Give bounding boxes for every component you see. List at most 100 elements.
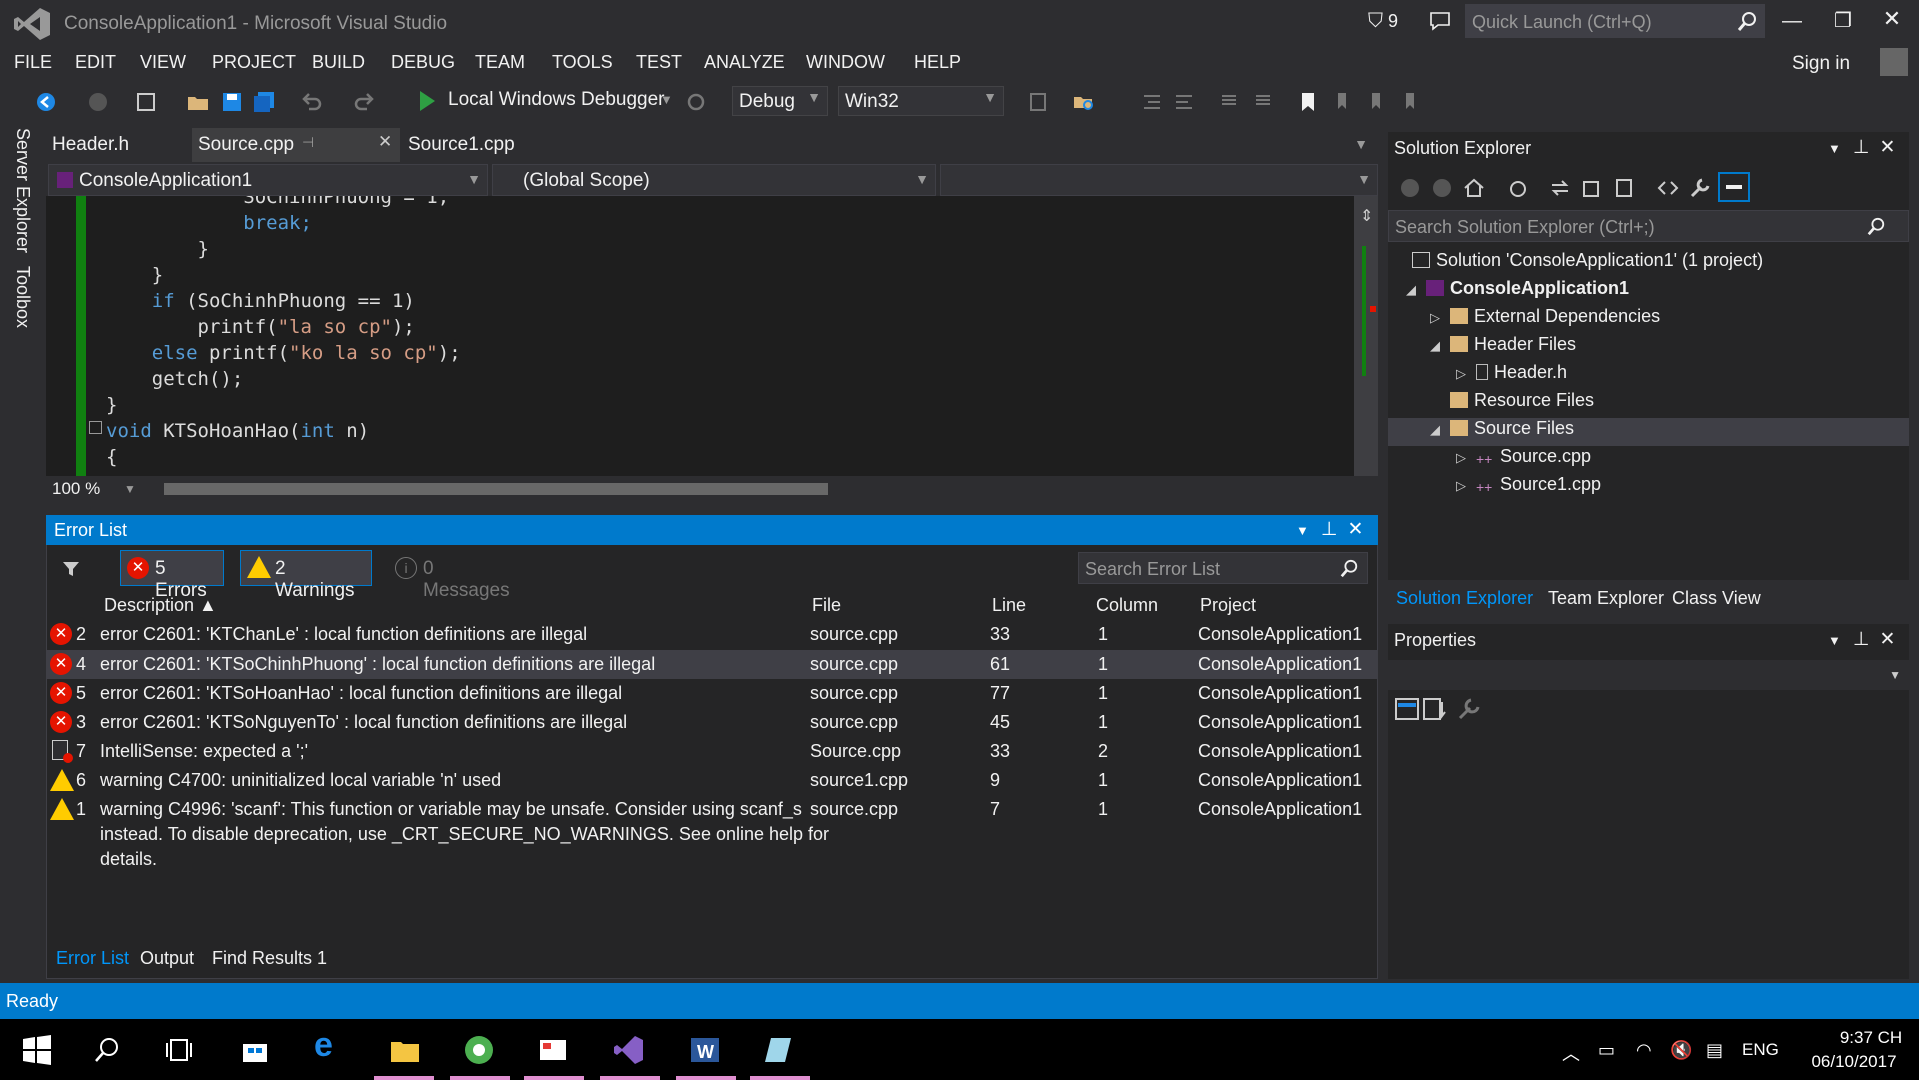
toolbox-tab[interactable]: Toolbox — [12, 266, 33, 328]
properties-wrench-icon[interactable] — [1688, 176, 1712, 200]
tab-source-cpp[interactable]: Source.cpp ⊣ ✕ — [192, 128, 400, 162]
error-row[interactable]: ✕ 4 error C2601: 'KTSoChinhPhuong' : loc… — [46, 650, 1378, 679]
windows-start-icon[interactable] — [20, 1034, 54, 1066]
file-explorer-icon[interactable] — [388, 1034, 422, 1066]
open-file-icon[interactable] — [186, 90, 210, 114]
menu-view[interactable]: VIEW — [140, 52, 186, 73]
tab-team-explorer[interactable]: Team Explorer — [1548, 588, 1664, 609]
member-dropdown[interactable]: ▼ — [940, 164, 1378, 196]
history-icon[interactable] — [1506, 176, 1530, 200]
tab-source1-cpp[interactable]: Source1.cpp — [402, 128, 542, 162]
visual-studio-taskbar-icon[interactable] — [612, 1034, 646, 1066]
tree-item-header-h[interactable]: ▷ Header.h — [1456, 362, 1567, 390]
word-icon[interactable]: W — [688, 1034, 722, 1066]
server-explorer-tab[interactable]: Server Explorer — [12, 128, 33, 253]
configuration-select[interactable]: Debug ▼ — [732, 86, 828, 116]
column-line[interactable]: Line — [992, 595, 1026, 616]
menu-tools[interactable]: TOOLS — [552, 52, 613, 73]
warning-row[interactable]: 1 warning C4996: 'scanf': This function … — [46, 795, 1378, 875]
task-view-icon[interactable] — [162, 1034, 196, 1066]
volume-muted-icon[interactable]: 🔇 — [1670, 1040, 1692, 1061]
menu-debug[interactable]: DEBUG — [391, 52, 455, 73]
menu-test[interactable]: TEST — [636, 52, 682, 73]
find-in-files-icon[interactable] — [1072, 90, 1096, 114]
collapse-toggle-icon[interactable] — [89, 421, 102, 434]
attach-icon[interactable] — [1026, 90, 1050, 114]
menu-team[interactable]: TEAM — [475, 52, 525, 73]
app-icon[interactable] — [536, 1034, 570, 1066]
forward-icon[interactable] — [1430, 176, 1454, 200]
edge-browser-icon[interactable]: e — [314, 1026, 348, 1064]
feedback-icon[interactable] — [1428, 9, 1452, 33]
tab-output[interactable]: Output — [140, 948, 194, 969]
menu-project[interactable]: PROJECT — [212, 52, 296, 73]
next-bookmark-icon[interactable] — [1364, 90, 1388, 114]
platform-select[interactable]: Win32 ▼ — [838, 86, 1004, 116]
zoom-select[interactable]: 100 % — [52, 479, 100, 499]
wifi-icon[interactable]: ◠ — [1636, 1040, 1652, 1061]
tree-item-project[interactable]: ◢ ConsoleApplication1 — [1406, 278, 1629, 306]
restore-icon[interactable]: ❐ — [1832, 8, 1854, 33]
tree-item-source1-cpp[interactable]: ▷ ++ Source1.cpp — [1456, 474, 1601, 502]
home-icon[interactable] — [1462, 176, 1486, 200]
indent-icon[interactable] — [1140, 90, 1164, 114]
input-language[interactable]: ENG — [1742, 1040, 1779, 1060]
tray-expand-icon[interactable]: ︿ — [1562, 1040, 1580, 1066]
store-icon[interactable] — [238, 1034, 272, 1066]
column-description[interactable]: Description ▲ — [104, 595, 217, 616]
column-column[interactable]: Column — [1096, 595, 1158, 616]
sign-in-link[interactable]: Sign in — [1792, 53, 1850, 75]
zoom-dropdown-icon[interactable]: ▼ — [124, 482, 136, 496]
tab-find-results[interactable]: Find Results 1 — [212, 948, 327, 969]
split-icon[interactable]: ⇕ — [1360, 206, 1373, 226]
column-file[interactable]: File — [812, 595, 841, 616]
menu-edit[interactable]: EDIT — [75, 52, 116, 73]
error-row[interactable]: ✕ 3 error C2601: 'KTSoNguyenTo' : local … — [46, 708, 1378, 737]
solution-search-input[interactable]: Search Solution Explorer (Ctrl+;) — [1388, 210, 1909, 242]
redo-icon[interactable] — [352, 90, 376, 114]
preview-selected-icon[interactable] — [1718, 172, 1750, 202]
pin-icon[interactable]: ⊥ — [1321, 519, 1338, 540]
expanded-icon[interactable]: ◢ — [1406, 282, 1422, 298]
comment-icon[interactable] — [1218, 90, 1242, 114]
collapsed-icon[interactable]: ▷ — [1430, 310, 1446, 326]
save-icon[interactable] — [220, 90, 244, 114]
back-icon[interactable] — [1398, 176, 1422, 200]
panel-menu-icon[interactable]: ▼ — [1296, 523, 1309, 538]
notification-count[interactable]: 9 — [1388, 11, 1398, 32]
tree-item-source-cpp[interactable]: ▷ ++ Source.cpp — [1456, 446, 1591, 474]
expanded-icon[interactable]: ◢ — [1430, 422, 1446, 438]
warning-row[interactable]: 6 warning C4700: uninitialized local var… — [46, 766, 1378, 795]
notes-app-icon[interactable] — [762, 1034, 796, 1066]
close-icon[interactable]: ✕ — [1880, 6, 1904, 32]
close-icon[interactable]: ✕ — [1879, 629, 1895, 650]
undo-icon[interactable] — [300, 90, 324, 114]
back-icon[interactable] — [34, 90, 58, 114]
action-center-icon[interactable]: ▤ — [1706, 1040, 1723, 1061]
close-tab-icon[interactable]: ✕ — [378, 132, 392, 152]
filter-icon[interactable] — [62, 560, 80, 578]
pin-icon[interactable]: ⊥ — [1853, 629, 1870, 650]
collapsed-icon[interactable]: ▷ — [1456, 450, 1472, 466]
tab-error-list[interactable]: Error List — [56, 948, 129, 969]
refresh-icon[interactable] — [684, 90, 708, 114]
pin-icon[interactable]: ⊥ — [1853, 137, 1870, 158]
project-dropdown[interactable]: ConsoleApplication1 ▼ — [48, 164, 488, 196]
clock-date[interactable]: 06/10/2017 — [1798, 1052, 1910, 1072]
account-icon[interactable] — [1880, 48, 1908, 76]
tab-class-view[interactable]: Class View — [1672, 588, 1761, 609]
tree-item-external-dependencies[interactable]: ▷ External Dependencies — [1430, 306, 1660, 334]
uncomment-icon[interactable] — [1250, 90, 1274, 114]
intellisense-row[interactable]: 7 IntelliSense: expected a ';' Source.cp… — [46, 737, 1378, 766]
tree-item-source-files[interactable]: ◢ Source Files — [1388, 418, 1909, 446]
properties-object-select[interactable]: ▼ — [1388, 660, 1909, 690]
menu-window[interactable]: WINDOW — [806, 52, 885, 73]
collapsed-icon[interactable]: ▷ — [1456, 478, 1472, 494]
tree-item-solution[interactable]: Solution 'ConsoleApplication1' (1 projec… — [1408, 250, 1763, 278]
tab-list-dropdown-icon[interactable]: ▼ — [1354, 136, 1368, 152]
error-search-input[interactable]: Search Error List — [1078, 552, 1368, 584]
warnings-filter-button[interactable]: 2 Warnings — [240, 550, 372, 601]
property-pages-icon[interactable] — [1456, 696, 1482, 722]
start-debugging-icon[interactable] — [420, 91, 435, 111]
error-row[interactable]: ✕ 5 error C2601: 'KTSoHoanHao' : local f… — [46, 679, 1378, 708]
